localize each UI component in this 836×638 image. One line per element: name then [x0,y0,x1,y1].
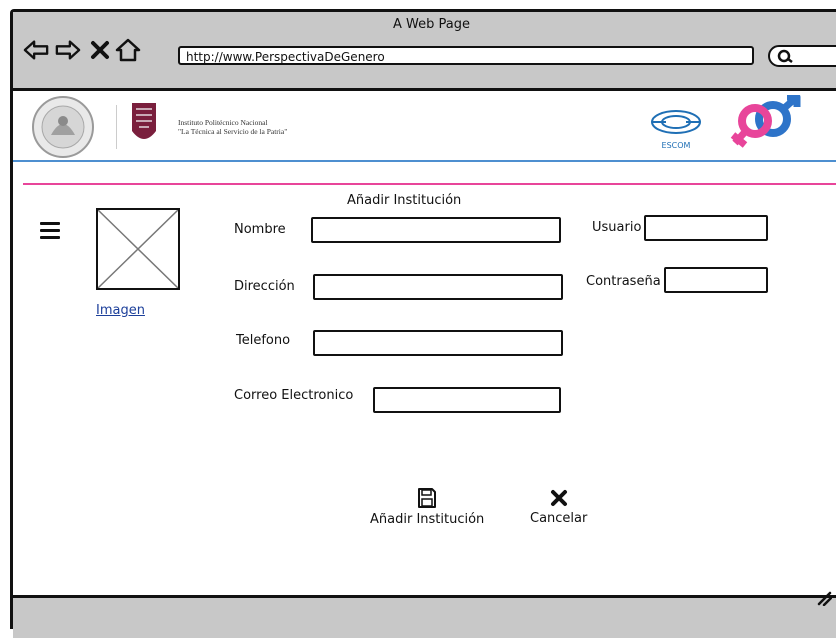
add-institution-button[interactable]: Añadir Institución [370,487,484,527]
telefono-label: Telefono [236,333,291,348]
header-divider-pink [23,183,836,185]
cancel-x-icon [550,490,567,506]
browser-window: A Web Page http://www.PerspectivaDeGener… [10,9,836,638]
save-icon [418,488,437,508]
correo-field[interactable] [373,387,561,413]
image-placeholder-icon[interactable] [96,208,180,290]
institution-name: Instituto Politécnico Nacional [178,118,268,127]
resize-icon[interactable] [816,590,832,606]
mexico-seal-logo [32,96,94,158]
contrasena-label: Contraseña [586,274,661,289]
escom-logo: ESCOM [648,109,704,153]
add-institution-label: Añadir Institución [370,512,485,527]
direccion-field[interactable] [313,274,563,300]
gender-symbol-logo [730,95,801,148]
browser-statusbar [13,595,836,638]
institution-text: Instituto Politécnico Nacional "La Técni… [178,118,287,136]
ipn-logo [132,103,156,139]
site-header: Instituto Politécnico Nacional "La Técni… [13,91,836,171]
contrasena-field[interactable] [664,267,768,293]
usuario-label: Usuario [592,220,642,235]
escom-label: ESCOM [661,141,691,150]
telefono-field[interactable] [313,330,563,356]
direccion-label: Dirección [234,279,295,294]
form-title: Añadir Institución [347,193,462,208]
logo-divider [116,105,117,149]
back-arrow-icon[interactable] [23,37,49,63]
window-title: A Web Page [393,17,470,32]
usuario-field[interactable] [644,215,768,241]
home-icon[interactable] [115,37,141,63]
close-icon[interactable] [87,37,113,63]
cancel-button[interactable]: Cancelar [530,488,587,526]
url-input[interactable]: http://www.PerspectivaDeGenero [178,46,754,65]
menu-icon[interactable] [40,222,60,243]
institution-motto: "La Técnica al Servicio de la Patria" [178,127,288,136]
correo-label: Correo Electronico [234,388,354,403]
search-field[interactable] [768,45,836,67]
nombre-label: Nombre [234,222,286,237]
image-link[interactable]: Imagen [96,303,145,318]
search-icon [777,49,793,63]
browser-titlebar: A Web Page http://www.PerspectivaDeGener… [13,12,836,91]
nombre-field[interactable] [311,217,561,243]
header-divider-blue [13,160,836,162]
cancel-label: Cancelar [530,511,588,526]
forward-arrow-icon[interactable] [55,37,81,63]
